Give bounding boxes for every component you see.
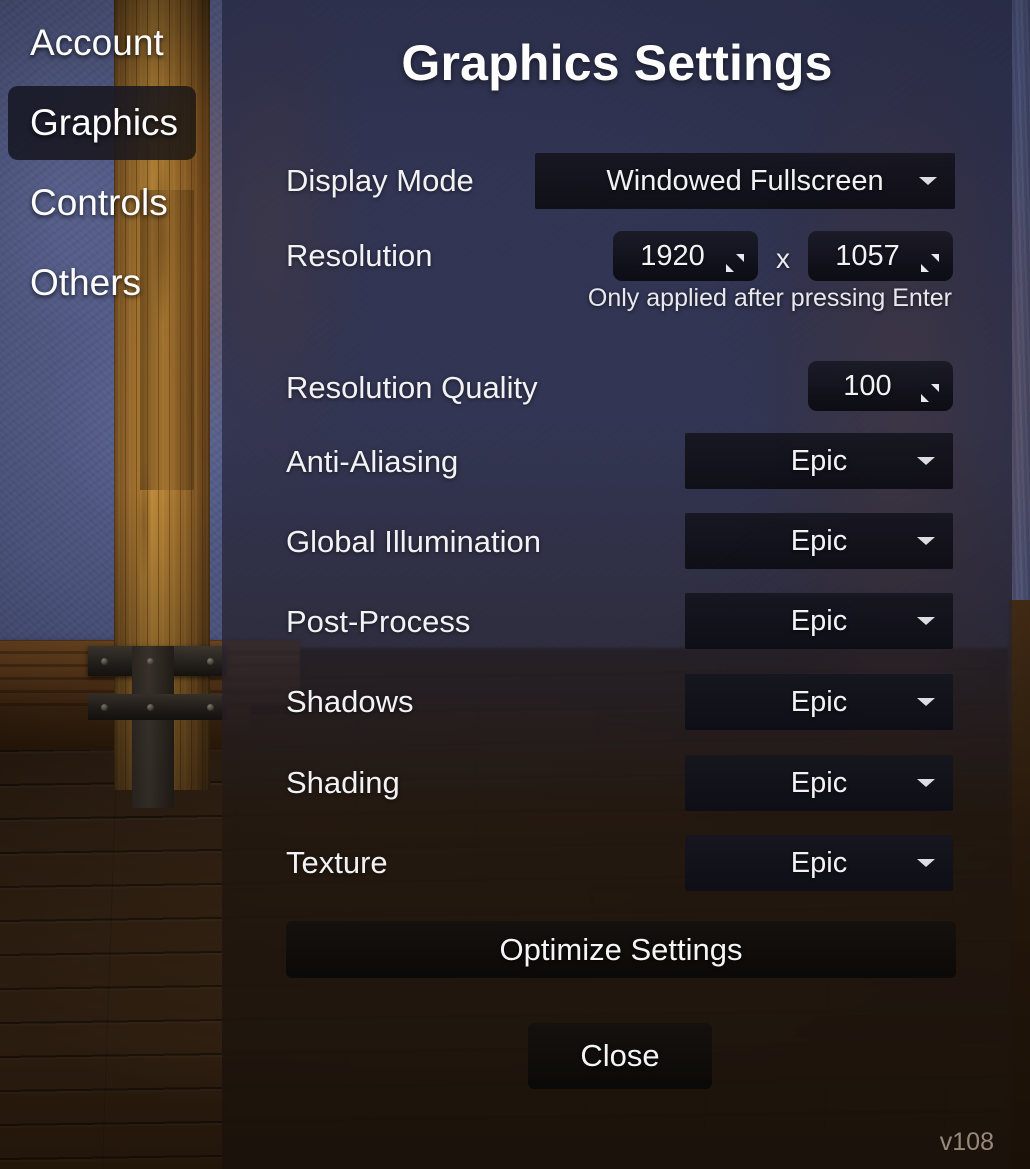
background-rivet [207, 704, 214, 711]
chevron-down-icon [917, 537, 935, 545]
global-illumination-label: Global Illumination [286, 524, 542, 559]
resolution-label: Resolution [286, 238, 433, 273]
post-process-value: Epic [790, 604, 848, 637]
sidebar-item-label: Graphics [30, 102, 179, 143]
sidebar-item-controls[interactable]: Controls [8, 166, 196, 240]
background-rivet [147, 658, 154, 665]
global-illumination-value: Epic [790, 524, 848, 557]
version-label: v108 [939, 1128, 994, 1156]
texture-value: Epic [790, 846, 848, 879]
chevron-down-icon [917, 457, 935, 465]
background-rivet [147, 704, 154, 711]
post-process-dropdown[interactable]: Epic [685, 593, 953, 649]
global-illumination-dropdown[interactable]: Epic [685, 513, 953, 569]
sidebar-item-label: Others [30, 262, 142, 303]
resolution-quality-label: Resolution Quality [286, 370, 538, 405]
resolution-width-value: 1920 [640, 239, 705, 272]
anti-aliasing-value: Epic [790, 444, 848, 477]
display-mode-dropdown[interactable]: Windowed Fullscreen [535, 153, 955, 209]
shadows-label: Shadows [286, 684, 414, 719]
close-button-label: Close [580, 1038, 660, 1073]
close-button[interactable]: Close [528, 1023, 712, 1089]
optimize-settings-button[interactable]: Optimize Settings [286, 921, 956, 978]
anti-aliasing-label: Anti-Aliasing [286, 444, 459, 479]
shading-label: Shading [286, 765, 400, 800]
post-process-label: Post-Process [286, 604, 471, 639]
background-rivet [101, 658, 108, 665]
shading-dropdown[interactable]: Epic [685, 755, 953, 811]
graphics-settings-panel: Graphics Settings Display Mode Windowed … [222, 0, 1012, 1169]
texture-dropdown[interactable]: Epic [685, 835, 953, 891]
page-title: Graphics Settings [401, 35, 833, 91]
shadows-value: Epic [790, 685, 848, 718]
chevron-down-icon [917, 859, 935, 867]
display-mode-value: Windowed Fullscreen [606, 164, 884, 197]
background-wall-edge [1012, 0, 1030, 620]
game-settings-screen: Graphics Settings Display Mode Windowed … [0, 0, 1030, 1169]
display-mode-label: Display Mode [286, 163, 474, 198]
settings-sidebar: Account Graphics Controls Others [0, 0, 222, 330]
background-rivet [101, 704, 108, 711]
sidebar-item-graphics[interactable]: Graphics [8, 86, 196, 160]
anti-aliasing-dropdown[interactable]: Epic [685, 433, 953, 489]
sidebar-item-others[interactable]: Others [8, 246, 196, 320]
spinner-drag-icon [921, 247, 939, 272]
background-rivet [207, 658, 214, 665]
resolution-width-input[interactable]: 1920 [613, 231, 758, 281]
spinner-drag-icon [921, 377, 939, 402]
sidebar-item-label: Account [30, 22, 164, 63]
resolution-hint-text: Only applied after pressing Enter [587, 284, 952, 312]
resolution-separator: x [776, 243, 790, 274]
optimize-settings-label: Optimize Settings [499, 931, 743, 967]
background-metal-strap [132, 646, 174, 808]
resolution-quality-value: 100 [843, 369, 892, 402]
chevron-down-icon [919, 177, 937, 185]
spinner-drag-icon [726, 247, 744, 272]
chevron-down-icon [917, 779, 935, 787]
resolution-quality-input[interactable]: 100 [808, 361, 953, 411]
resolution-height-value: 1057 [835, 239, 900, 272]
resolution-height-input[interactable]: 1057 [808, 231, 953, 281]
sidebar-item-account[interactable]: Account [8, 6, 196, 80]
background-metal-bracket-lower [88, 694, 226, 720]
chevron-down-icon [917, 698, 935, 706]
shadows-dropdown[interactable]: Epic [685, 674, 953, 730]
chevron-down-icon [917, 617, 935, 625]
texture-label: Texture [286, 845, 388, 880]
sidebar-item-label: Controls [30, 182, 168, 223]
shading-value: Epic [790, 766, 848, 799]
